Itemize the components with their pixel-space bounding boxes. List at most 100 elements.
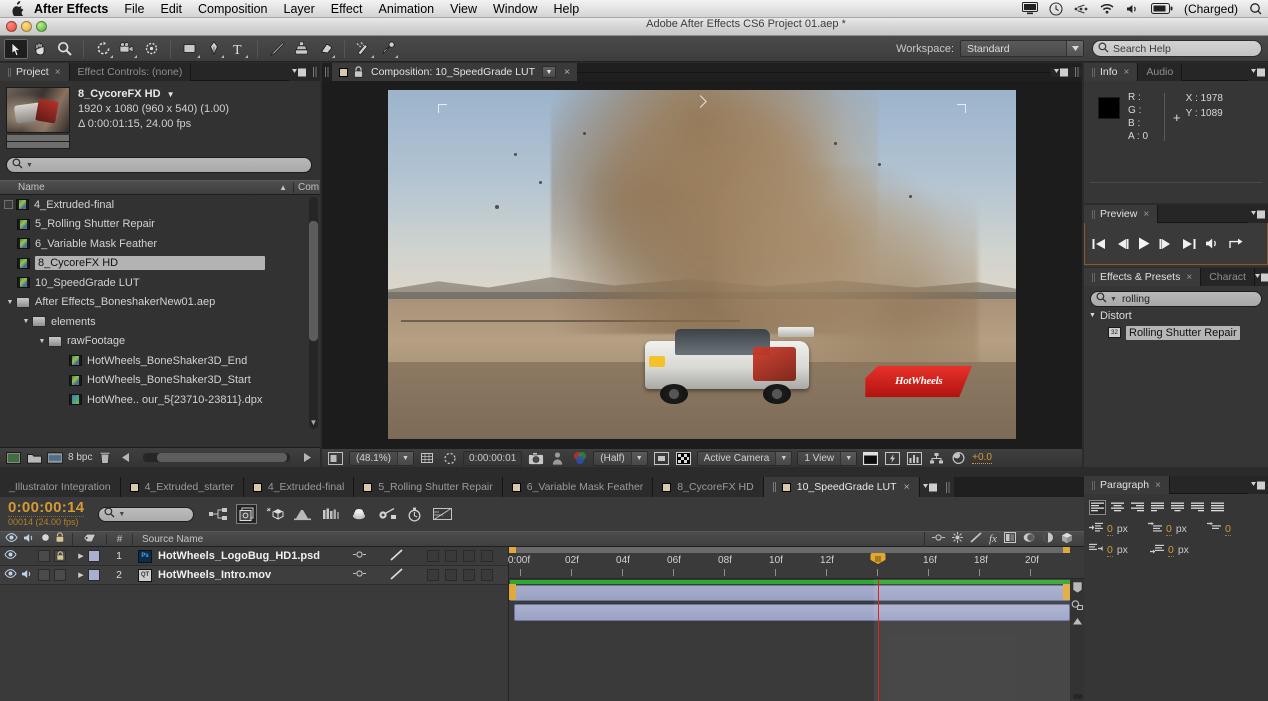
layer-switches-icon[interactable] (432, 504, 453, 524)
snapshot-icon[interactable] (527, 451, 544, 466)
tab-6-variable-mask-feather[interactable]: 6_Variable Mask Feather (503, 477, 654, 497)
table-row[interactable]: ▶ 2 QT HotWheels_Intro.mov (0, 566, 508, 585)
chevron-down-icon[interactable]: ▼ (631, 452, 647, 465)
zoom-tool[interactable] (52, 39, 76, 59)
draft-3d-icon[interactable] (236, 504, 257, 524)
list-item[interactable]: 10_SpeedGrade LUT (0, 273, 320, 293)
rotation-tool[interactable] (91, 39, 115, 59)
toggle-transparency-grid-icon[interactable] (675, 451, 692, 466)
panel-grip-icon[interactable] (773, 482, 777, 492)
timeline-panel-menu-button[interactable] (920, 477, 942, 497)
tab-effect-controls[interactable]: Effect Controls: (none) (70, 63, 192, 81)
selection-tool[interactable] (4, 39, 28, 59)
menu-help[interactable]: Help (553, 2, 579, 16)
pan-behind-anchor-tool[interactable] (139, 39, 163, 59)
anchor-switch-icon[interactable] (353, 569, 366, 581)
battery-icon[interactable] (1151, 3, 1173, 14)
motion-blur-toggle[interactable] (445, 569, 457, 581)
interpret-footage-icon[interactable] (5, 451, 21, 465)
time-ruler[interactable]: 0:00f 02f 04f 06f 08f 10f 12f 16f 18f 20… (509, 547, 1084, 579)
eraser-tool[interactable] (313, 39, 337, 59)
justify-last-left-icon[interactable] (1149, 500, 1166, 515)
panel-grip-icon[interactable] (1071, 67, 1082, 77)
speaker-icon[interactable] (23, 533, 36, 546)
frame-blend-toggle[interactable] (427, 569, 439, 581)
effects-group-distort[interactable]: ▼ Distort (1084, 307, 1268, 324)
shape-tool[interactable] (178, 39, 202, 59)
tab-preview[interactable]: Preview × (1084, 205, 1158, 223)
scroll-left-icon[interactable] (118, 451, 134, 465)
column-header-source-name[interactable]: Source Name (132, 534, 924, 545)
list-item[interactable]: HotWheels_BoneShaker3D_Start (0, 371, 320, 391)
search-help-input[interactable]: Search Help (1092, 40, 1262, 57)
volume-icon[interactable] (1126, 3, 1140, 15)
chevron-down-icon[interactable]: ▼ (397, 452, 413, 465)
hand-tool[interactable] (28, 39, 52, 59)
checkbox[interactable] (4, 200, 13, 209)
layer-source-name[interactable]: Ps HotWheels_LogoBug_HD1.psd (132, 550, 348, 563)
twisty-open-icon[interactable]: ▼ (36, 338, 48, 345)
hide-shy-layers-icon[interactable] (264, 504, 285, 524)
delete-icon[interactable] (97, 451, 113, 465)
sort-ascending-icon[interactable]: ▲ (279, 183, 287, 192)
panel-grip-icon[interactable] (8, 68, 12, 77)
view-layout-select[interactable]: 1 View ▼ (797, 451, 857, 466)
next-frame-icon[interactable] (1159, 238, 1173, 250)
last-frame-icon[interactable] (1182, 238, 1196, 250)
list-item[interactable]: 6_Variable Mask Feather (0, 234, 320, 254)
solo-toggle[interactable] (38, 550, 50, 562)
adjustment-toggle[interactable] (463, 569, 475, 581)
menu-window[interactable]: Window (493, 2, 537, 16)
project-horizontal-scrollbar[interactable] (143, 453, 290, 462)
align-center-icon[interactable] (1109, 500, 1126, 515)
tab-4-extruded-starter[interactable]: 4_Extruded_starter (121, 477, 244, 497)
tab-5-rolling-shutter-repair[interactable]: 5_Rolling Shutter Repair (354, 477, 502, 497)
chevron-down-icon[interactable] (1066, 41, 1083, 56)
layer-source-name[interactable]: QT HotWheels_Intro.mov (132, 569, 348, 582)
scroll-down-icon[interactable]: ▼ (309, 418, 318, 427)
space-after-field[interactable]: 0 px (1150, 543, 1208, 557)
justify-all-icon[interactable] (1209, 500, 1226, 515)
quality-switch-icon[interactable] (390, 568, 403, 583)
bluetooth-icon[interactable] (1074, 3, 1088, 15)
new-composition-icon[interactable] (47, 451, 63, 465)
panel-grip-icon[interactable] (1092, 68, 1096, 77)
eye-icon[interactable] (4, 569, 17, 581)
project-item-name[interactable]: 8_CycoreFX HD ▼ (78, 87, 229, 102)
chevron-down-icon[interactable]: ▼ (840, 452, 856, 465)
previous-frame-icon[interactable] (1115, 238, 1129, 250)
menu-view[interactable]: View (450, 2, 477, 16)
type-tool[interactable]: T (226, 39, 250, 59)
close-window-button[interactable] (6, 21, 17, 32)
twisty-open-icon[interactable]: ▼ (20, 318, 32, 325)
lock-toggle[interactable] (54, 569, 66, 581)
auto-keyframe-icon[interactable] (404, 504, 425, 524)
list-item-selected[interactable]: 8_CycoreFX HD (0, 254, 320, 274)
work-area-bar[interactable] (509, 547, 1070, 553)
speaker-icon[interactable] (21, 569, 34, 582)
choose-grid-guide-icon[interactable] (419, 451, 436, 466)
clone-stamp-tool[interactable] (289, 39, 313, 59)
layer-label-color[interactable] (88, 569, 100, 581)
project-panel-menu-button[interactable] (289, 63, 309, 81)
close-icon[interactable]: × (1155, 480, 1161, 491)
effects-search-input[interactable]: ▼ rolling (1090, 291, 1262, 307)
tab-audio[interactable]: Audio (1138, 63, 1182, 81)
pixel-aspect-correction-icon[interactable] (862, 451, 879, 466)
tab-4-extruded-final[interactable]: 4_Extruded-final (244, 477, 354, 497)
solo-toggle[interactable] (38, 569, 50, 581)
info-panel-menu-button[interactable] (1248, 63, 1268, 81)
justify-last-right-icon[interactable] (1189, 500, 1206, 515)
chevron-down-icon[interactable]: ▼ (542, 66, 556, 78)
menu-animation[interactable]: Animation (379, 2, 435, 16)
show-snapshot-icon[interactable] (549, 451, 566, 466)
timeline-current-time[interactable]: 0:00:00:14 00014 (24.00 fps) (0, 500, 84, 528)
timeline-track-area[interactable]: 0:00f 02f 04f 06f 08f 10f 12f 16f 18f 20… (509, 547, 1084, 701)
frame-blend-toggle[interactable] (427, 550, 439, 562)
close-icon[interactable]: × (1186, 272, 1192, 283)
magnification-select[interactable]: (48.1%) ▼ (349, 451, 414, 466)
effects-panel-menu-button[interactable] (1255, 268, 1268, 286)
work-area-end-handle[interactable] (1063, 547, 1070, 553)
tab-project[interactable]: Project × (0, 63, 70, 81)
brainstorm-icon[interactable] (348, 504, 369, 524)
